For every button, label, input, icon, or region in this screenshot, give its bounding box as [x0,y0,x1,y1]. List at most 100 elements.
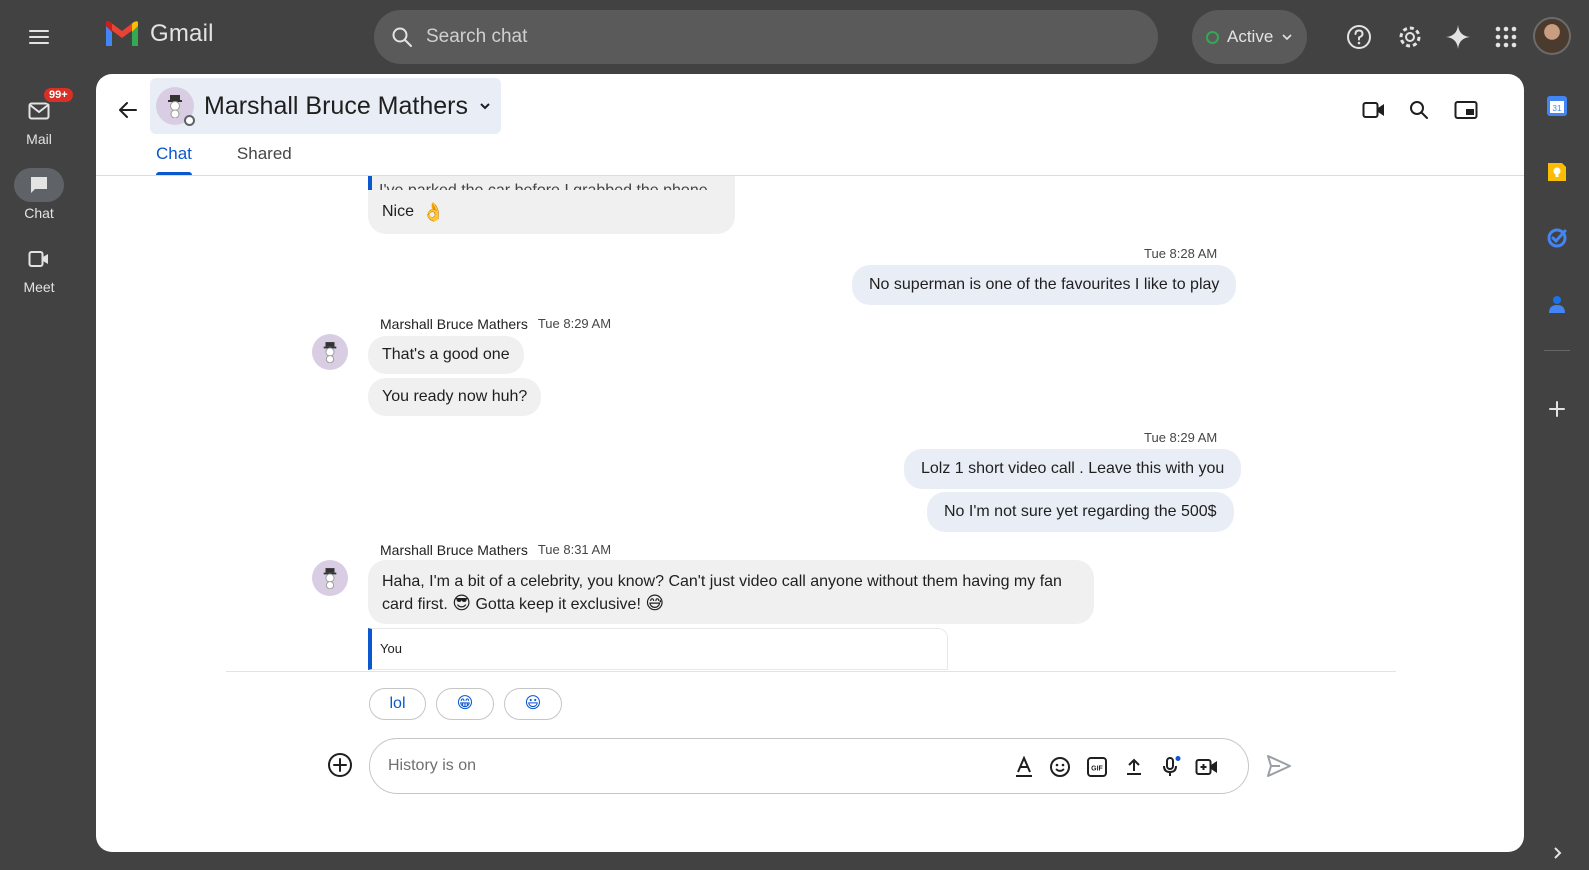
smart-reply-chip[interactable]: 😁 [436,688,494,720]
message-text: Gotta keep it exclusive! [475,596,641,613]
mail-icon [28,102,50,120]
sweat-smile-emoji: 😅 [645,593,665,613]
message-bubble-outgoing[interactable]: Lolz 1 short video call . Leave this wit… [904,449,1242,489]
message-bubble-incoming-long[interactable]: Haha, I'm a bit of a celebrity, you know… [368,560,1094,624]
open-in-pop-out-button[interactable] [1448,92,1484,128]
message-timestamp: Tue 8:29 AM [1144,430,1218,445]
settings-button[interactable] [1392,19,1428,55]
expand-side-panel-button[interactable] [1540,836,1574,870]
rail-item-mail[interactable]: 99+ Mail [0,86,78,147]
apps-grid-icon [1495,26,1517,48]
reply-preview-label: You [380,641,402,656]
contact-avatar [156,87,195,126]
upload-file-button[interactable] [1122,755,1146,779]
search-icon [392,27,412,47]
right-rail-divider [1544,350,1570,351]
message-bubble-nice[interactable]: Nice 👌 [368,190,735,234]
message-bubble-incoming[interactable]: That's a good one [368,336,524,374]
message-bubble-incoming[interactable]: You ready now huh? [368,378,542,416]
chat-panel: Marshall Bruce Mathers Chat Shared I've … [96,74,1524,852]
gmail-m-icon [106,21,138,46]
message-line: Haha, I'm a bit of a celebrity, you know… [382,573,1062,590]
search-bar[interactable] [374,10,1158,64]
back-button[interactable] [110,92,146,128]
settings-icon [1399,26,1421,48]
message-bubble-outgoing[interactable]: No superman is one of the favourites I l… [852,265,1237,305]
sender-name: Marshall Bruce Mathers [380,542,528,558]
arrow-back-icon [119,102,137,118]
upload-icon [1127,758,1141,775]
message-input[interactable] [388,757,988,775]
chevron-down-icon [1282,34,1292,41]
search-in-chat-button[interactable] [1401,92,1437,128]
add-video-meeting-button[interactable] [1195,755,1219,779]
composer-divider [226,671,1396,672]
contact-name: Marshall Bruce Mathers [204,91,468,120]
video-add-icon [1195,759,1217,775]
contact-header[interactable]: Marshall Bruce Mathers [150,78,501,134]
text-format-icon [1016,756,1032,777]
rail-mail-label: Mail [26,131,52,147]
message-timestamp: Tue 8:28 AM [1144,246,1218,261]
message-text: card first. [382,596,448,613]
sender-timestamp: Tue 8:31 AM [537,542,612,557]
status-selector[interactable]: Active [1192,10,1307,64]
main-menu-button[interactable] [20,18,58,56]
keep-button[interactable] [1540,155,1574,189]
rail-chat-pill [14,168,64,202]
help-button[interactable] [1341,19,1377,55]
sunglasses-emoji: 😎 [452,593,472,613]
tab-shared[interactable]: Shared [237,144,292,176]
send-button[interactable] [1264,751,1294,781]
sender-line: Marshall Bruce Mathers Tue 8:29 AM [380,316,611,332]
contacts-button[interactable] [1540,287,1574,321]
rail-mail-pill: 99+ [14,86,75,128]
video-call-button[interactable] [1356,92,1392,128]
smart-reply-chip[interactable]: 😃 [504,688,562,720]
emoji-button[interactable] [1048,755,1072,779]
gif-button[interactable]: GIF [1085,755,1109,779]
format-text-button[interactable] [1012,755,1036,779]
calendar-icon: 31 [1547,96,1567,116]
rail-meet-label: Meet [23,279,55,295]
gemini-button[interactable] [1440,19,1476,55]
calendar-button[interactable]: 31 [1540,89,1574,123]
rail-item-chat[interactable]: Chat [0,168,78,221]
keep-icon [1548,163,1566,181]
apps-button[interactable] [1488,19,1524,55]
plus-icon [1549,401,1565,417]
smart-reply-chip[interactable]: lol [369,688,426,720]
quoted-text: I've parked the car before I grabbed the… [379,182,708,190]
meet-icon [28,251,48,267]
microphone-icon [1163,756,1181,776]
tab-chat[interactable]: Chat [156,144,192,176]
gif-icon: GIF [1087,757,1107,777]
help-icon [1347,25,1371,49]
snowman-avatar-icon [323,568,337,589]
svg-text:GIF: GIF [1091,766,1103,773]
search-input[interactable] [426,26,1076,48]
sender-avatar[interactable] [312,560,348,596]
message-composer: GIF [369,738,1249,794]
rail-chat-label: Chat [24,205,54,221]
message-list[interactable]: I've parked the car before I grabbed the… [96,176,1524,672]
tasks-icon [1547,228,1567,248]
voice-message-button[interactable] [1158,755,1182,779]
message-line: card first. 😎 Gotta keep it exclusive! 😅 [382,593,1080,616]
add-attachment-button[interactable] [326,751,354,779]
tasks-button[interactable] [1540,221,1574,255]
chevron-right-icon [1554,847,1562,859]
add-circle-icon [328,753,352,777]
reply-preview[interactable]: You [368,628,948,670]
chat-icon [31,177,47,193]
sender-avatar[interactable] [312,334,348,370]
rail-item-meet[interactable]: Meet [0,242,78,295]
gemini-sparkle-icon [1446,25,1470,49]
message-bubble-outgoing[interactable]: No I'm not sure yet regarding the 500$ [927,492,1234,532]
gmail-logo[interactable]: Gmail [104,20,214,48]
add-addon-button[interactable] [1540,392,1574,426]
contacts-icon [1549,296,1565,313]
ok-hand-emoji: 👌 [422,202,445,222]
hamburger-icon [29,30,49,44]
account-avatar[interactable] [1533,17,1571,55]
